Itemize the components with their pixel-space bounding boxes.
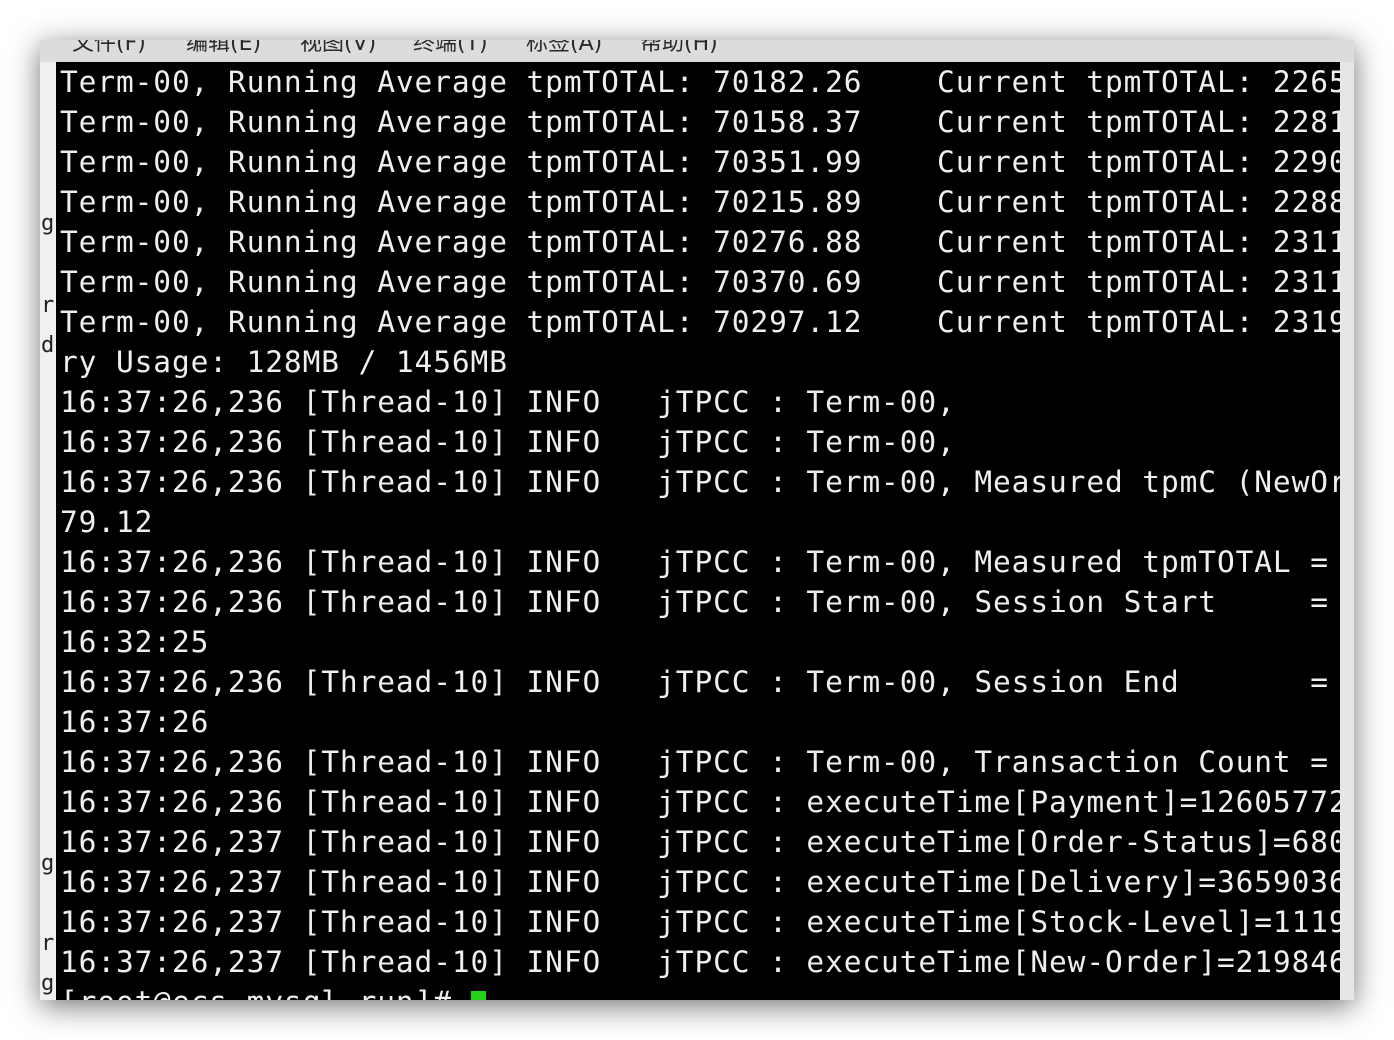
terminal-line: 16:37:26,236 [Thread-10] INFO jTPCC : ex… bbox=[60, 785, 1340, 819]
terminal-line: 16:37:26,237 [Thread-10] INFO jTPCC : ex… bbox=[60, 945, 1340, 979]
menu-help[interactable]: 帮助(H) bbox=[640, 40, 718, 57]
terminal-line: Term-00, Running Average tpmTOTAL: 70182… bbox=[60, 65, 1340, 99]
terminal-line: ry Usage: 128MB / 1456MB bbox=[60, 345, 508, 379]
background-window-strip: g r d g r g bbox=[40, 62, 56, 1000]
terminal-line: 16:37:26,236 [Thread-10] INFO jTPCC : Te… bbox=[60, 385, 956, 419]
terminal-line: 16:37:26,236 [Thread-10] INFO jTPCC : Te… bbox=[60, 665, 1329, 699]
terminal-line: 16:37:26,236 [Thread-10] INFO jTPCC : Te… bbox=[60, 425, 956, 459]
terminal-line: 16:37:26,237 [Thread-10] INFO jTPCC : ex… bbox=[60, 825, 1340, 859]
terminal-line: Term-00, Running Average tpmTOTAL: 70215… bbox=[60, 185, 1340, 219]
menu-view[interactable]: 视图(V) bbox=[300, 40, 376, 57]
terminal-line: 79.12 bbox=[60, 505, 154, 539]
terminal-output[interactable]: Term-00, Running Average tpmTOTAL: 70182… bbox=[56, 62, 1340, 1000]
terminal-line: 16:37:26,236 [Thread-10] INFO jTPCC : Te… bbox=[60, 745, 1340, 779]
terminal-line: Term-00, Running Average tpmTOTAL: 70370… bbox=[60, 265, 1340, 299]
window-scrollbar[interactable] bbox=[1340, 62, 1354, 1000]
terminal-window: 文件(F) 编辑(E) 视图(V) 终端(T) 标签(A) 帮助(H) g r … bbox=[40, 40, 1354, 1000]
strip-char: d bbox=[41, 333, 55, 358]
shell-prompt: [root@ecs-mysql run]# bbox=[60, 985, 471, 1000]
strip-char: g bbox=[41, 851, 55, 876]
terminal-line: Term-00, Running Average tpmTOTAL: 70297… bbox=[60, 305, 1340, 339]
strip-char: g bbox=[41, 971, 55, 996]
terminal-line: Term-00, Running Average tpmTOTAL: 70351… bbox=[60, 145, 1340, 179]
terminal-line: 16:32:25 bbox=[60, 625, 210, 659]
terminal-line: 16:37:26,236 [Thread-10] INFO jTPCC : Te… bbox=[60, 465, 1340, 499]
terminal-line: Term-00, Running Average tpmTOTAL: 70158… bbox=[60, 105, 1340, 139]
strip-char: r bbox=[41, 931, 55, 956]
text-cursor bbox=[470, 991, 486, 1000]
terminal-prompt-line[interactable]: [root@ecs-mysql run]# bbox=[60, 982, 486, 1000]
terminal-line: Term-00, Running Average tpmTOTAL: 70276… bbox=[60, 225, 1340, 259]
menu-terminal[interactable]: 终端(T) bbox=[413, 40, 488, 57]
terminal-line: 16:37:26 bbox=[60, 705, 210, 739]
menu-file[interactable]: 文件(F) bbox=[72, 40, 146, 57]
menu-edit[interactable]: 编辑(E) bbox=[186, 40, 261, 57]
terminal-line: 16:37:26,237 [Thread-10] INFO jTPCC : ex… bbox=[60, 905, 1340, 939]
menubar: 文件(F) 编辑(E) 视图(V) 终端(T) 标签(A) 帮助(H) bbox=[40, 40, 1354, 62]
terminal-line: 16:37:26,236 [Thread-10] INFO jTPCC : Te… bbox=[60, 545, 1329, 579]
strip-char: g bbox=[41, 211, 55, 236]
terminal-line: 16:37:26,237 [Thread-10] INFO jTPCC : ex… bbox=[60, 865, 1340, 899]
strip-char: r bbox=[41, 293, 55, 318]
terminal-line: 16:37:26,236 [Thread-10] INFO jTPCC : Te… bbox=[60, 585, 1329, 619]
menu-tabs[interactable]: 标签(A) bbox=[526, 40, 602, 57]
